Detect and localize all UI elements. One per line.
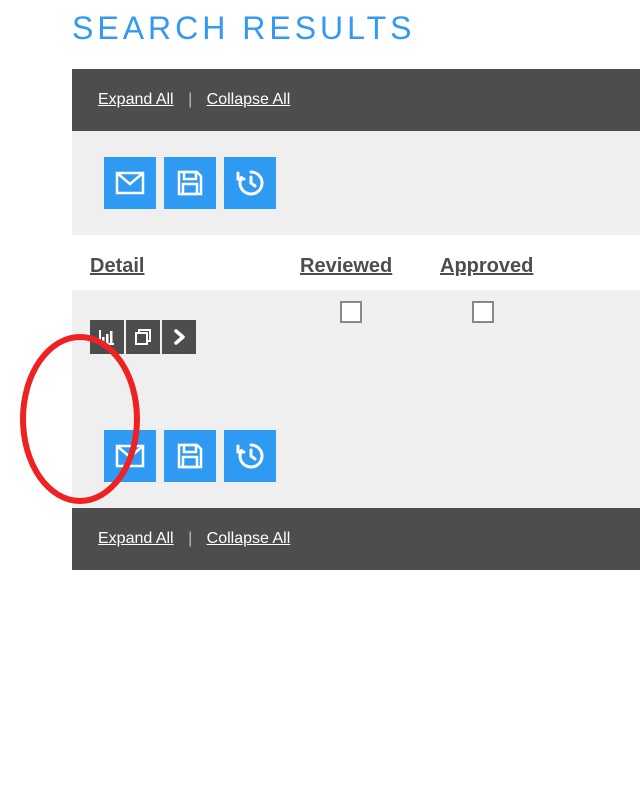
separator: | xyxy=(188,530,192,547)
expand-all-link-bottom[interactable]: Expand All xyxy=(98,530,174,547)
chevron-right-icon xyxy=(171,327,187,347)
history-button-bottom[interactable] xyxy=(224,430,276,482)
expand-all-link[interactable]: Expand All xyxy=(98,91,174,108)
chart-icon xyxy=(97,327,117,347)
mail-icon xyxy=(115,171,145,195)
copy-button[interactable] xyxy=(126,320,160,354)
control-bar-top: Expand All | Collapse All xyxy=(72,69,640,131)
copy-icon xyxy=(133,327,153,347)
column-reviewed[interactable]: Reviewed xyxy=(300,255,440,278)
chart-button[interactable] xyxy=(90,320,124,354)
reviewed-checkbox[interactable] xyxy=(340,301,362,323)
detail-actions xyxy=(90,320,300,354)
collapse-all-link[interactable]: Collapse All xyxy=(207,91,291,108)
history-icon xyxy=(235,441,265,471)
toolbar-top xyxy=(72,131,640,235)
history-icon xyxy=(235,168,265,198)
separator: | xyxy=(188,91,192,108)
approved-checkbox[interactable] xyxy=(472,301,494,323)
table-row xyxy=(72,290,640,404)
mail-icon xyxy=(115,444,145,468)
expand-row-button[interactable] xyxy=(162,320,196,354)
column-detail: Detail xyxy=(90,255,300,278)
save-button-bottom[interactable] xyxy=(164,430,216,482)
control-bar-bottom: Expand All | Collapse All xyxy=(72,508,640,570)
save-icon xyxy=(176,442,204,470)
save-button[interactable] xyxy=(164,157,216,209)
mail-button-bottom[interactable] xyxy=(104,430,156,482)
column-approved[interactable]: Approved xyxy=(440,255,622,278)
save-icon xyxy=(176,169,204,197)
table-header: Detail Reviewed Approved xyxy=(72,235,640,290)
page-title: SEARCH RESULTS xyxy=(72,10,640,47)
collapse-all-link-bottom[interactable]: Collapse All xyxy=(207,530,291,547)
history-button[interactable] xyxy=(224,157,276,209)
results-panel: Expand All | Collapse All xyxy=(72,69,640,570)
toolbar-bottom xyxy=(72,404,640,508)
mail-button[interactable] xyxy=(104,157,156,209)
